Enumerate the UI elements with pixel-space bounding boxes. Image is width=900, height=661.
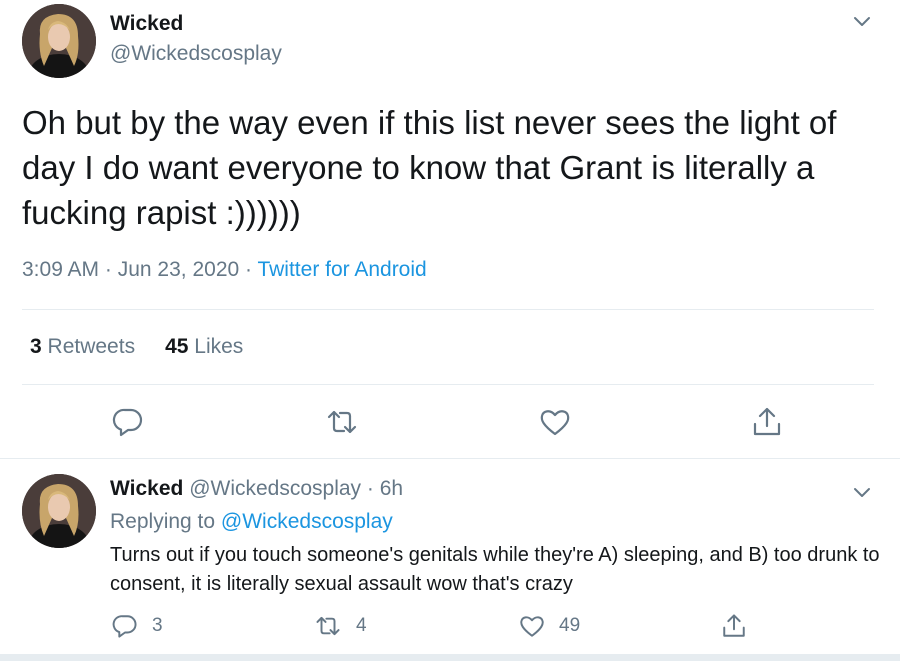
meta-separator: · (99, 258, 118, 281)
tweet-stats: 3 Retweets 45 Likes (30, 335, 243, 359)
retweets-stat[interactable]: 3 Retweets (30, 335, 135, 358)
likes-label: Likes (194, 335, 244, 358)
tweet-text: Turns out if you touch someone's genital… (110, 544, 880, 595)
retweet-icon (316, 616, 340, 636)
retweets-count: 3 (30, 335, 42, 358)
likes-stat[interactable]: 45 Likes (165, 335, 243, 358)
retweet-count: 4 (356, 615, 367, 636)
avatar[interactable] (22, 474, 96, 548)
replying-to: Replying to @Wickedscosplay (110, 510, 393, 534)
user-handle[interactable]: @Wickedscosplay (110, 42, 282, 66)
tweet-time[interactable]: 3:09 AM (22, 258, 99, 281)
divider (22, 309, 874, 310)
tweet-source-link[interactable]: Twitter for Android (257, 258, 426, 281)
like-icon[interactable] (539, 406, 571, 438)
replying-mention[interactable]: @Wickedscosplay (221, 510, 393, 533)
avatar[interactable] (22, 4, 96, 78)
tweet-age[interactable]: 6h (380, 477, 403, 500)
retweet-button[interactable]: 4 (314, 612, 367, 640)
reply-icon (112, 615, 137, 638)
meta-separator: · (239, 258, 258, 281)
tweet-meta: 3:09 AM · Jun 23, 2020 · Twitter for And… (22, 258, 427, 282)
header-separator: · (361, 477, 380, 500)
likes-count: 45 (165, 335, 189, 358)
tweet-date[interactable]: Jun 23, 2020 (118, 258, 239, 281)
like-button[interactable]: 49 (519, 612, 580, 640)
reply-icon[interactable] (112, 406, 144, 438)
retweets-label: Retweets (47, 335, 136, 358)
reply-header: Wicked @Wickedscosplay · 6h (110, 477, 403, 501)
chevron-down-icon[interactable] (852, 14, 872, 28)
retweet-icon[interactable] (326, 406, 358, 438)
divider (0, 654, 900, 661)
reply-button[interactable]: 3 (112, 612, 163, 640)
display-name[interactable]: Wicked (110, 12, 183, 36)
like-icon (520, 616, 544, 637)
display-name[interactable]: Wicked (110, 477, 183, 500)
share-button[interactable] (721, 612, 761, 640)
chevron-down-icon[interactable] (852, 485, 872, 499)
divider (22, 384, 874, 385)
user-handle[interactable]: @Wickedscosplay (189, 477, 361, 500)
share-icon[interactable] (751, 406, 783, 438)
replying-label: Replying to (110, 510, 216, 533)
tweet-text: Oh but by the way even if this list neve… (22, 104, 837, 231)
reply-tweet[interactable]: Wicked @Wickedscosplay · 6h Replying to … (0, 459, 900, 653)
like-count: 49 (559, 615, 581, 636)
share-icon (723, 614, 745, 637)
reply-count: 3 (152, 615, 163, 636)
main-tweet: Wicked @Wickedscosplay Oh but by the way… (0, 0, 900, 459)
